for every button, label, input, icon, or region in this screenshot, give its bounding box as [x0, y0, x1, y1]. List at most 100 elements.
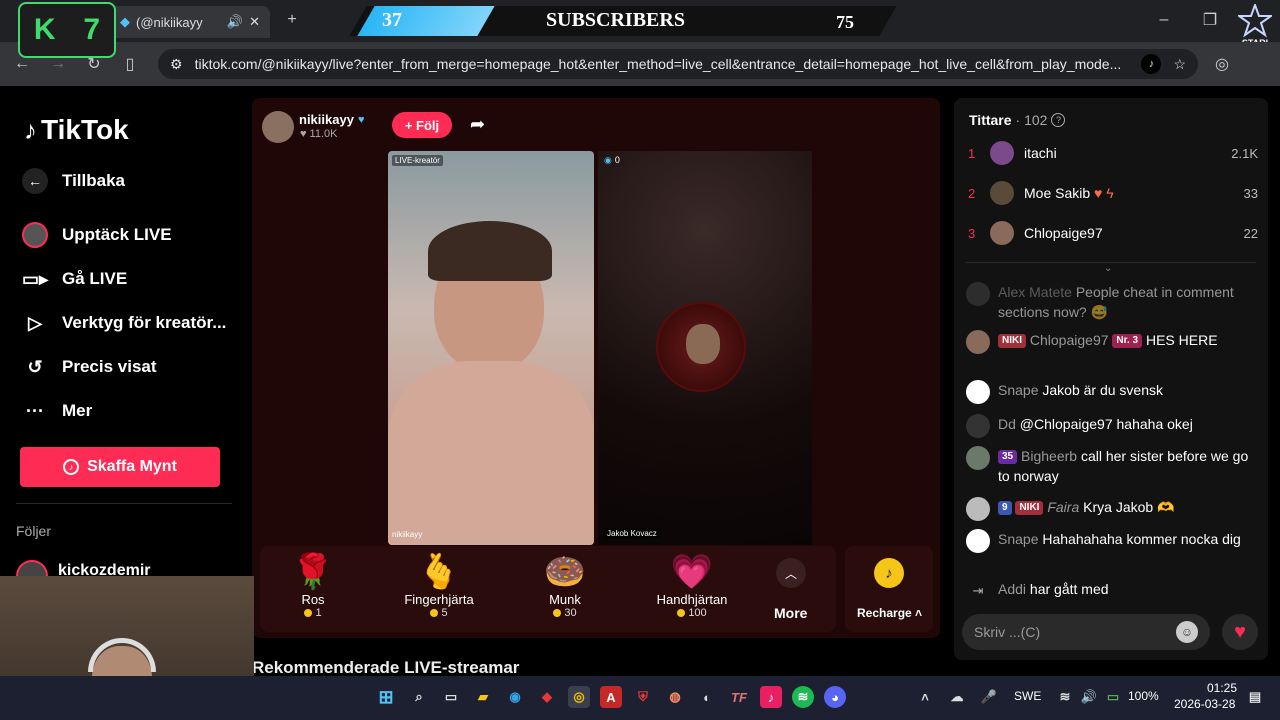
chrome-icon[interactable]: ◎: [568, 686, 590, 708]
gift-price: 1: [304, 607, 322, 619]
hand-hearts-icon: 💗: [670, 553, 714, 591]
chat-message: Snape Jakob är du svensk: [966, 380, 1256, 404]
chevron-up-icon[interactable]: ˄: [914, 686, 936, 708]
sidebar-item-creator-tools[interactable]: ▷ Verktyg för kreatör...: [22, 310, 226, 336]
url-field[interactable]: ⚙ tiktok.com/@nikiikayy/live?enter_from_…: [158, 49, 1198, 79]
tab-title: (@nikiikayy: [136, 14, 203, 30]
close-tab-icon[interactable]: ✕: [249, 14, 260, 30]
guest-avatar: [656, 302, 746, 392]
microphone-icon[interactable]: 🎤: [978, 686, 1000, 708]
tiktok-extension-icon[interactable]: ♪: [1141, 54, 1162, 74]
wifi-icon[interactable]: ≋: [1054, 686, 1076, 708]
follow-button[interactable]: + Följ: [392, 112, 452, 138]
audio-icon[interactable]: 🔊: [227, 14, 243, 30]
sidebar-item-go-live[interactable]: ▭▸ Gå LIVE: [22, 266, 127, 292]
emoji-icon[interactable]: ☺: [1176, 621, 1198, 643]
coin-icon: [553, 609, 562, 617]
app-a-icon[interactable]: A: [600, 686, 622, 708]
task-view-icon[interactable]: ▭: [440, 686, 462, 708]
minimize-button[interactable]: –: [1150, 6, 1178, 34]
clock-date[interactable]: 2026-03-28: [1174, 697, 1235, 711]
sidepanel-icon[interactable]: ▯: [116, 50, 144, 78]
help-circle-icon[interactable]: ?: [1051, 113, 1066, 127]
chevron-up-icon[interactable]: ︿: [776, 558, 806, 588]
app-diamond-icon[interactable]: ◆: [536, 686, 558, 708]
share-icon[interactable]: ➦: [470, 114, 485, 135]
coin-icon: [430, 609, 439, 617]
edge-icon[interactable]: ◉: [504, 686, 526, 708]
gift-rose[interactable]: 🌹 Ros 1: [272, 546, 354, 632]
sidebar-item-discover-live[interactable]: Upptäck LIVE: [22, 222, 172, 248]
gift-price: 30: [553, 607, 577, 619]
gift-donut[interactable]: 🍩 Munk 30: [524, 546, 606, 632]
site-info-icon[interactable]: ⚙: [170, 56, 183, 73]
host-name-row[interactable]: nikiikayy ♥: [299, 112, 364, 127]
chat-message: NIKI Chlopaige97 Nr. 3 HES HERE: [966, 330, 1256, 354]
get-coins-button[interactable]: ♪ Skaffa Mynt: [20, 447, 220, 487]
battery-icon[interactable]: ▭: [1102, 686, 1124, 708]
viewer-rank-row[interactable]: 2 Moe Sakib ♥ ϟ 33: [968, 181, 1258, 205]
viewer-dot-icon: ◉: [604, 155, 612, 165]
subs-count: 37: [382, 9, 402, 31]
host-video[interactable]: [388, 151, 594, 545]
clock-time[interactable]: 01:25: [1200, 681, 1237, 695]
back-nav[interactable]: ← Tillbaka: [22, 168, 125, 194]
coin-icon: [304, 609, 313, 617]
shield-icon[interactable]: ⛨: [632, 686, 654, 708]
viewers-header: Tittare · 102 ?: [969, 112, 1066, 128]
gift-price: 5: [430, 607, 448, 619]
chat-message: 9 NIKI Faira Krya Jakob 🫶: [966, 497, 1256, 521]
battery-percent: 100%: [1128, 689, 1159, 703]
star-icon: [1238, 4, 1272, 38]
recharge-coin-icon: ♪: [874, 558, 904, 588]
app-circle-icon[interactable]: ◍: [664, 686, 686, 708]
more-gifts-button[interactable]: More: [774, 605, 807, 621]
host-hair: [428, 221, 552, 281]
like-heart-button[interactable]: ♥: [1222, 614, 1258, 650]
host-sweater: [388, 361, 594, 545]
profile-icon[interactable]: ◎: [1208, 50, 1236, 78]
viewer-rank-row[interactable]: 3 Chlopaige97 22: [968, 221, 1258, 245]
chat-avatar: [966, 330, 990, 354]
host-avatar[interactable]: [262, 111, 294, 143]
new-tab-button[interactable]: +: [278, 6, 306, 34]
browser-tab[interactable]: ◆ (@nikiikayy 🔊 ✕: [110, 6, 270, 38]
back-circle-icon: ←: [22, 168, 48, 194]
chat-input[interactable]: Skriv ...(C) ☺: [962, 614, 1210, 650]
spotify-icon[interactable]: ≋: [792, 686, 814, 708]
guest-counter: ◉ 0: [604, 155, 620, 165]
viewer-rank-row[interactable]: 1 itachi 2.1K: [968, 141, 1258, 165]
volume-icon[interactable]: 🔊: [1078, 686, 1100, 708]
chevron-down-icon[interactable]: ⌄: [1104, 263, 1112, 274]
viewer-avatar: [990, 181, 1014, 205]
tiktok-logo[interactable]: ♪ TikTok: [24, 114, 129, 146]
gift-hand-hearts[interactable]: 💗 Handhjärtan 100: [648, 546, 736, 632]
viewer-avatar: [990, 221, 1014, 245]
creator-tag: LIVE-kreatör: [392, 155, 443, 166]
gift-price: 100: [677, 607, 707, 619]
recharge-button[interactable]: Recharge ˄: [857, 606, 922, 620]
discord-icon[interactable]: ◕: [824, 686, 846, 708]
sidebar-item-history[interactable]: ↺ Precis visat: [22, 354, 156, 380]
maximize-button[interactable]: ❐: [1196, 6, 1224, 34]
gift-fingerheart[interactable]: 🫰 Fingerhjärta 5: [394, 546, 484, 632]
heart-icon: ♥: [300, 128, 307, 140]
notification-icon[interactable]: ▤: [1244, 686, 1266, 708]
tiktok-app-icon[interactable]: ♪: [760, 686, 782, 708]
coin-icon: [677, 609, 686, 617]
bolt-icon: ϟ: [1106, 185, 1114, 201]
sidebar-item-more[interactable]: ··· Mer: [22, 398, 92, 424]
file-explorer-icon[interactable]: ▰: [472, 686, 494, 708]
bookmark-star-icon[interactable]: ☆: [1173, 56, 1186, 73]
headphones-icon: [88, 638, 156, 672]
obs-icon[interactable]: ◐: [696, 686, 718, 708]
history-icon: ↺: [27, 356, 43, 377]
app-tf-icon[interactable]: TF: [728, 686, 750, 708]
following-label: Följer: [16, 523, 52, 539]
tray-app-icon[interactable]: ☁: [946, 686, 968, 708]
language-indicator[interactable]: SWE: [1014, 689, 1041, 703]
camera-icon: ▭▸: [21, 268, 49, 289]
search-icon[interactable]: ⌕: [408, 686, 430, 708]
windows-start-icon[interactable]: ⊞: [375, 686, 397, 708]
chat-message: Snape Hahahahaha kommer nocka dig: [966, 529, 1256, 553]
